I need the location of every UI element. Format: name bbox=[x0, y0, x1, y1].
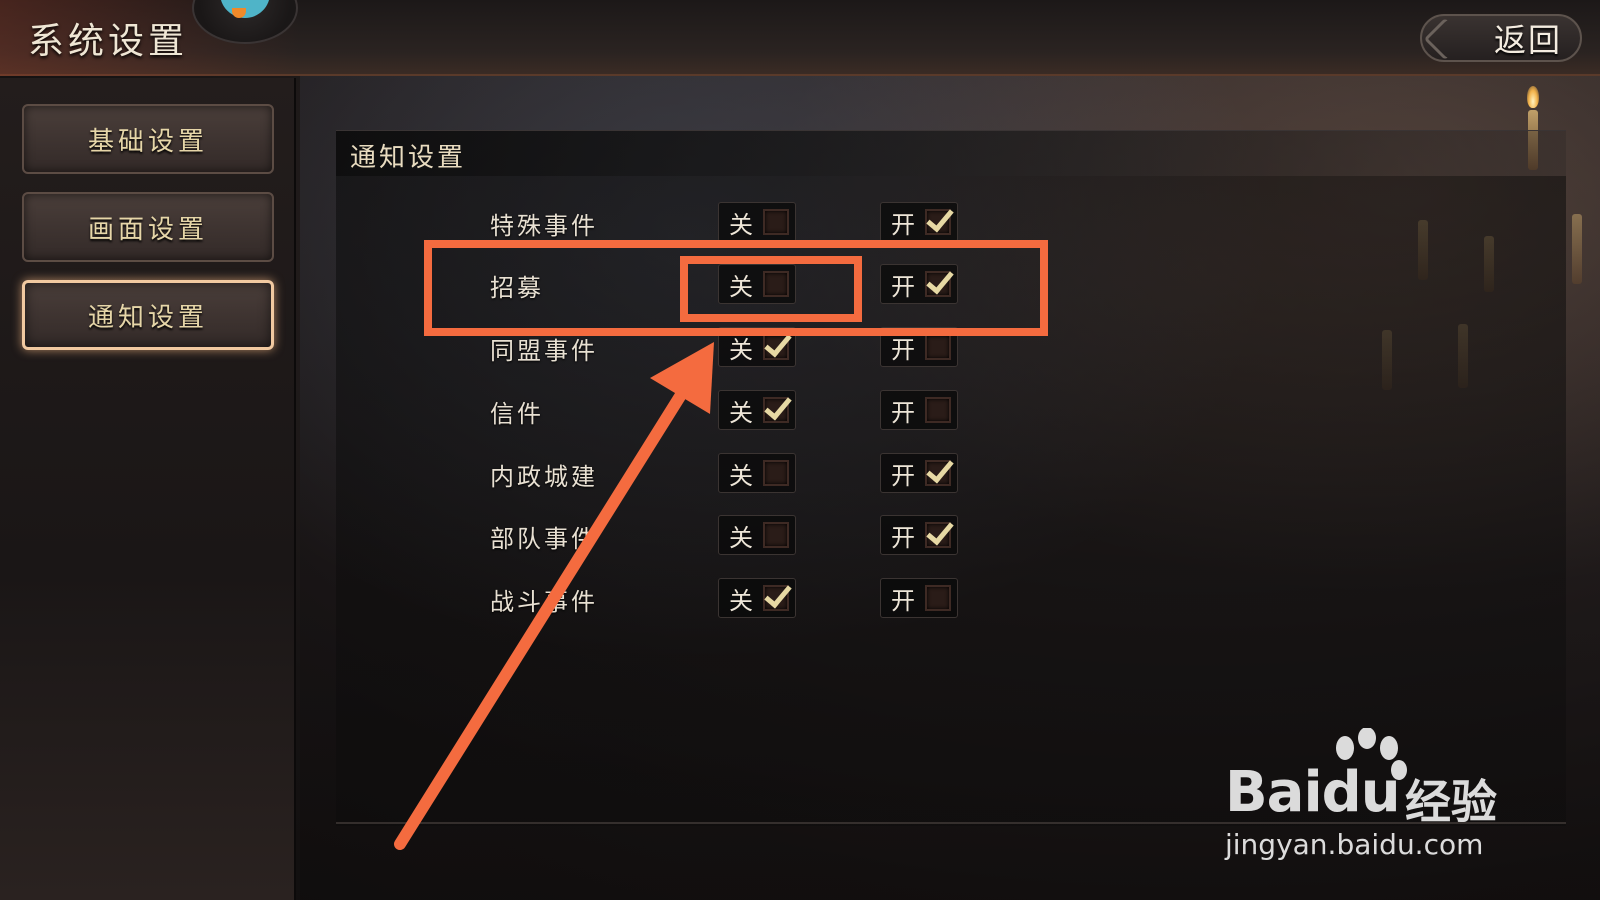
off-checkbox[interactable] bbox=[763, 579, 792, 611]
checkmark-icon bbox=[764, 391, 792, 421]
off-label: 关 bbox=[729, 335, 753, 364]
off-label: 关 bbox=[729, 272, 753, 301]
on-checkbox[interactable] bbox=[925, 397, 951, 423]
off-toggle[interactable]: 关 bbox=[718, 264, 796, 304]
on-toggle[interactable]: 开 bbox=[880, 515, 958, 555]
watermark-url: jingyan.baidu.com bbox=[1225, 828, 1484, 861]
panel-header: 通知设置 bbox=[336, 130, 1566, 176]
on-label: 开 bbox=[891, 586, 915, 615]
checkmark-icon bbox=[926, 265, 954, 295]
checkmark-icon bbox=[764, 328, 792, 358]
off-label: 关 bbox=[729, 398, 753, 427]
off-checkbox[interactable] bbox=[763, 522, 789, 548]
notification-row: 信件 关 开 bbox=[0, 390, 1600, 430]
checkmark-icon bbox=[926, 203, 954, 233]
row-label: 内政城建 bbox=[490, 463, 598, 491]
sidebar-item-label: 基础设置 bbox=[87, 126, 208, 157]
on-checkbox[interactable] bbox=[925, 516, 954, 548]
watermark-logo: Baidu bbox=[1225, 760, 1401, 825]
off-checkbox[interactable] bbox=[763, 391, 792, 423]
row-label: 战斗事件 bbox=[490, 588, 598, 616]
on-toggle[interactable]: 开 bbox=[880, 264, 958, 304]
off-label: 关 bbox=[729, 461, 753, 490]
off-label: 关 bbox=[729, 586, 753, 615]
top-bar: 系统设置 返回 bbox=[0, 0, 1600, 76]
off-toggle[interactable]: 关 bbox=[718, 578, 796, 618]
off-toggle[interactable]: 关 bbox=[718, 515, 796, 555]
notification-row: 同盟事件 关 开 bbox=[0, 327, 1600, 367]
on-toggle[interactable]: 开 bbox=[880, 578, 958, 618]
off-checkbox[interactable] bbox=[763, 209, 789, 235]
checkmark-icon bbox=[764, 579, 792, 609]
notification-row: 内政城建 关 开 bbox=[0, 453, 1600, 493]
sidebar-item-basic-settings[interactable]: 基础设置 bbox=[22, 104, 274, 174]
panel-title: 通知设置 bbox=[350, 143, 467, 173]
on-label: 开 bbox=[891, 523, 915, 552]
row-label: 信件 bbox=[490, 400, 544, 428]
back-button[interactable]: 返回 bbox=[1420, 14, 1582, 62]
baidu-watermark: Baidu 经验 jingyan.baidu.com bbox=[1225, 728, 1525, 868]
back-button-label: 返回 bbox=[1493, 21, 1562, 59]
on-label: 开 bbox=[891, 461, 915, 490]
row-label: 招募 bbox=[490, 274, 544, 302]
off-label: 关 bbox=[729, 523, 753, 552]
checkmark-icon bbox=[926, 516, 954, 546]
off-toggle[interactable]: 关 bbox=[718, 453, 796, 493]
page-title: 系统设置 bbox=[28, 21, 189, 62]
off-checkbox[interactable] bbox=[763, 271, 789, 297]
candle-flame bbox=[1527, 86, 1539, 108]
on-checkbox[interactable] bbox=[925, 203, 954, 235]
checkmark-icon bbox=[926, 454, 954, 484]
off-checkbox[interactable] bbox=[763, 328, 792, 360]
notification-row: 特殊事件 关 开 bbox=[0, 202, 1600, 242]
on-checkbox[interactable] bbox=[925, 334, 951, 360]
watermark-brand: 经验 bbox=[1405, 775, 1497, 829]
notification-row: 招募 关 开 bbox=[0, 264, 1600, 304]
on-toggle[interactable]: 开 bbox=[880, 202, 958, 242]
notification-row: 部队事件 关 开 bbox=[0, 515, 1600, 555]
off-label: 关 bbox=[729, 210, 753, 239]
off-toggle[interactable]: 关 bbox=[718, 202, 796, 242]
on-toggle[interactable]: 开 bbox=[880, 390, 958, 430]
on-checkbox[interactable] bbox=[925, 265, 954, 297]
on-toggle[interactable]: 开 bbox=[880, 453, 958, 493]
watermark-logo-du: du bbox=[1321, 760, 1401, 825]
notification-row: 战斗事件 关 开 bbox=[0, 578, 1600, 618]
off-toggle[interactable]: 关 bbox=[718, 390, 796, 430]
on-checkbox[interactable] bbox=[925, 585, 951, 611]
on-label: 开 bbox=[891, 335, 915, 364]
on-label: 开 bbox=[891, 210, 915, 239]
on-label: 开 bbox=[891, 272, 915, 301]
on-checkbox[interactable] bbox=[925, 454, 954, 486]
watermark-logo-bai: Bai bbox=[1225, 760, 1323, 825]
row-label: 特殊事件 bbox=[490, 212, 598, 240]
on-label: 开 bbox=[891, 398, 915, 427]
back-arrow-icon bbox=[1423, 17, 1467, 61]
off-toggle[interactable]: 关 bbox=[718, 327, 796, 367]
row-label: 同盟事件 bbox=[490, 337, 598, 365]
row-label: 部队事件 bbox=[490, 525, 598, 553]
on-toggle[interactable]: 开 bbox=[880, 327, 958, 367]
off-checkbox[interactable] bbox=[763, 460, 789, 486]
